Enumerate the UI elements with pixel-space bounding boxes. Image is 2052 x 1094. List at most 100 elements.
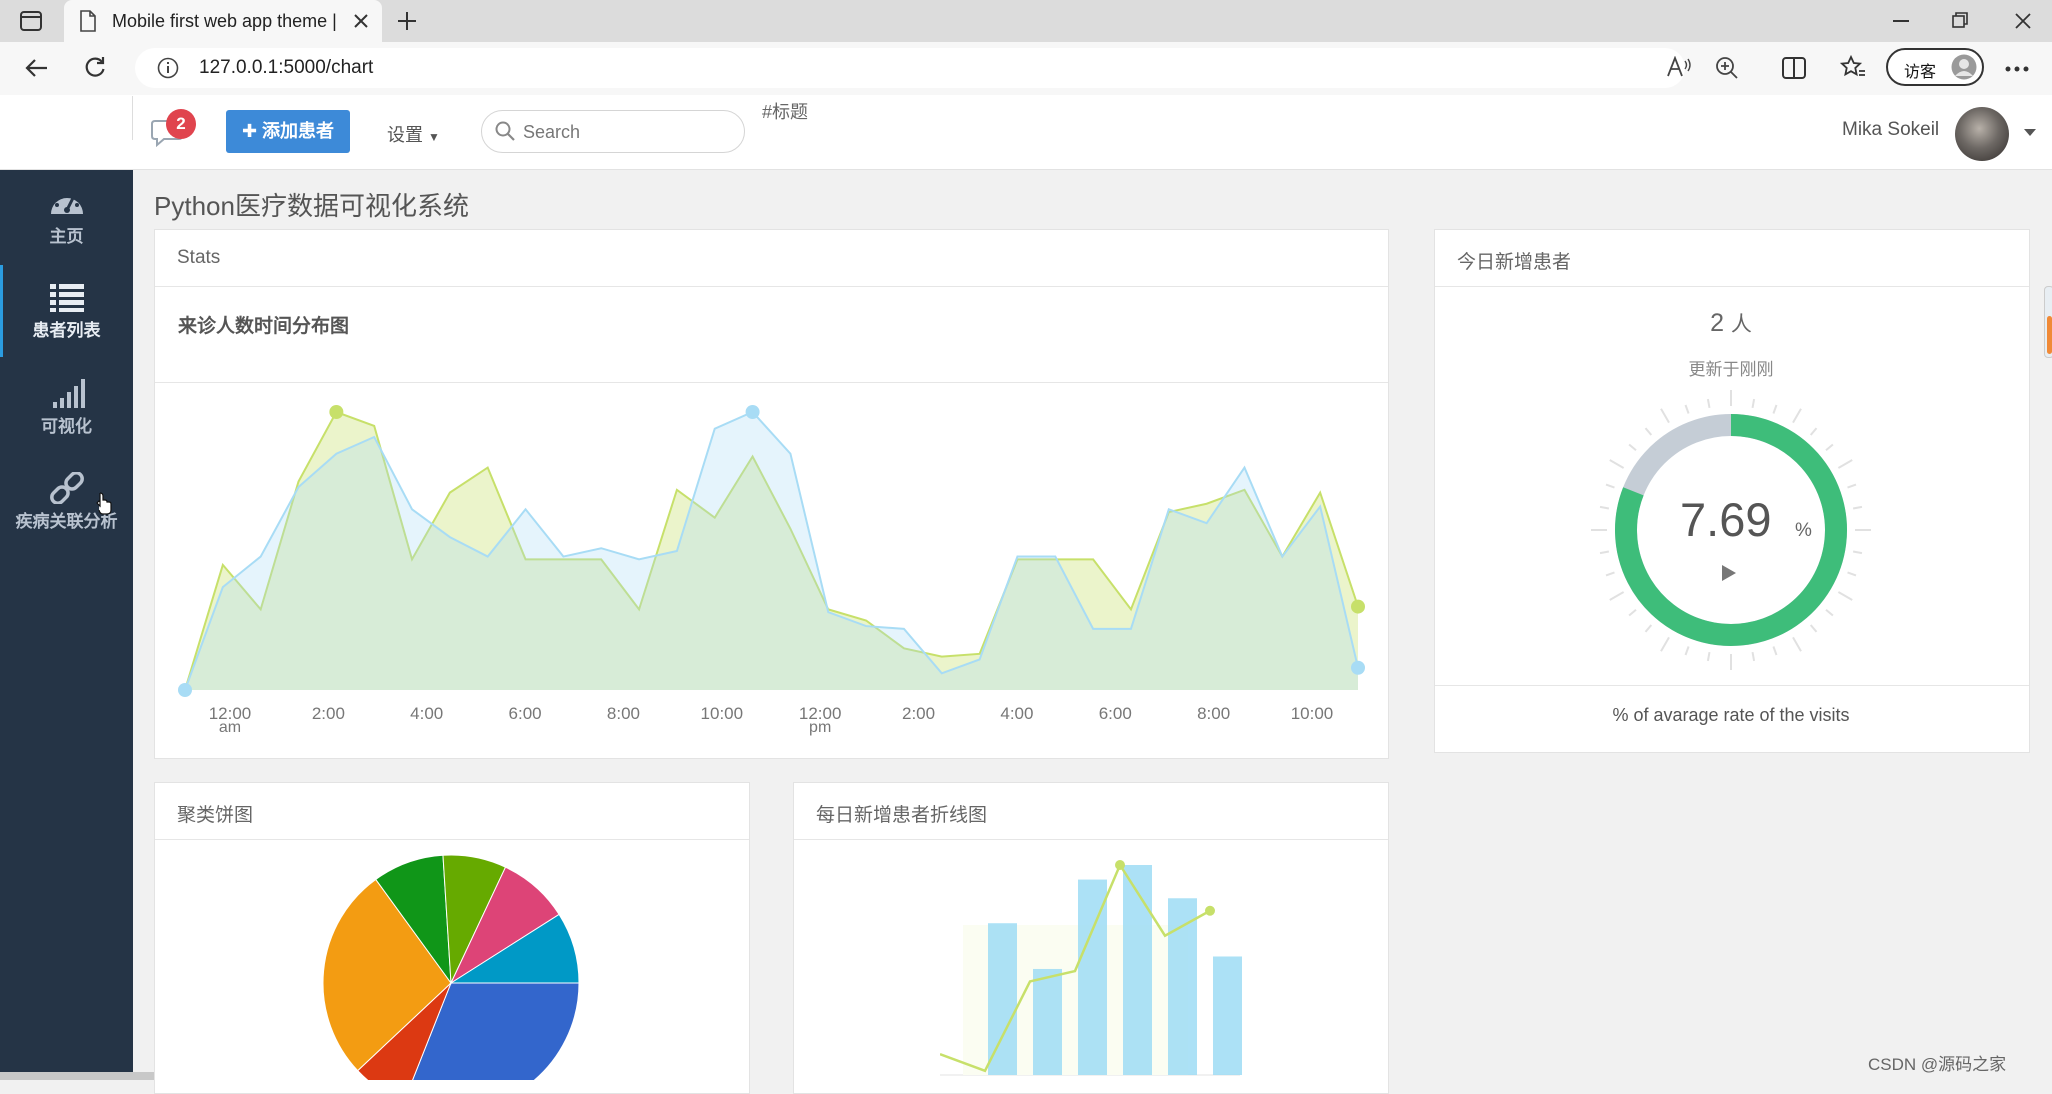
x-tick-label: 2:00: [311, 704, 345, 723]
mouse-cursor-icon: [96, 492, 112, 515]
gauge-tick: [1628, 608, 1637, 617]
series-point: [745, 405, 760, 419]
tab-title: Mobile first web app theme | first: [112, 11, 342, 31]
gauge-tick: [1660, 408, 1670, 424]
page-title: Python医疗数据可视化系统: [154, 191, 469, 221]
gauge-unit: %: [1795, 520, 1812, 541]
more-options-icon[interactable]: [2005, 66, 2029, 72]
gauge-tick: [1599, 550, 1610, 555]
site-info-icon[interactable]: [157, 57, 179, 79]
close-window-icon[interactable]: [2015, 13, 2031, 29]
sidebar-item-home[interactable]: 主页: [0, 188, 133, 247]
link-icon: [49, 472, 84, 504]
panel-header: Stats: [155, 230, 1388, 287]
bar: [988, 923, 1017, 1075]
x-tick-label: 4:00: [410, 704, 444, 723]
gauge-tick: [1772, 404, 1778, 414]
new-tab-icon[interactable]: [397, 11, 417, 31]
updated-text: 更新于刚刚: [1688, 360, 1774, 379]
count-value: 2: [1710, 309, 1724, 337]
user-name[interactable]: Mika Sokeil: [1842, 119, 1939, 141]
area-series-fill: [185, 412, 1358, 690]
sidebar-item-patient-list[interactable]: 患者列表: [0, 282, 133, 341]
gauge-tick: [1706, 651, 1711, 662]
chart-title: 来诊人数时间分布图: [178, 316, 350, 337]
cluster-pie-chart: [322, 854, 580, 1080]
page-hashtag: #标题: [762, 102, 809, 122]
gauge-tick: [1852, 550, 1863, 555]
x-tick-label: 8:00: [606, 704, 640, 723]
x-tick-label: 10:00: [700, 704, 744, 723]
gauge-tick: [1825, 443, 1834, 452]
x-tick-label: 6:00: [508, 704, 542, 723]
search-input[interactable]: [481, 110, 745, 153]
gauge-tick: [1809, 624, 1818, 633]
gauge-tick: [1852, 505, 1863, 510]
dashboard-icon: [50, 195, 83, 214]
gauge-tick: [1706, 398, 1711, 409]
watermark: CSDN @源码之家: [1868, 1055, 2007, 1074]
gauge-tick: [1644, 624, 1653, 633]
series-point: [329, 405, 344, 419]
gauge-tick: [1599, 505, 1610, 510]
x-tick-label: 6:00: [1098, 704, 1132, 723]
close-tab-icon[interactable]: [354, 14, 368, 28]
x-tick-label: 2:00: [901, 704, 936, 723]
sidebar-item-label: 可视化: [41, 417, 92, 436]
x-tick-label: 8:00: [1197, 704, 1231, 723]
gauge-tick: [1605, 571, 1615, 577]
gauge-tick: [1772, 646, 1778, 656]
bar: [1123, 865, 1152, 1075]
back-icon[interactable]: [24, 58, 48, 78]
x-tick-label: 12:00 am: [208, 704, 252, 736]
sidebar-item-label: 主页: [49, 227, 84, 246]
reload-icon[interactable]: [84, 56, 106, 78]
panel-title: Stats: [177, 247, 221, 268]
scrollbar-thumb[interactable]: [2047, 316, 2052, 354]
line-point: [1115, 860, 1125, 870]
gauge-tick: [1825, 608, 1834, 617]
gauge-tick: [1644, 427, 1653, 436]
daily-new-patients-chart: [940, 860, 1242, 1076]
sidebar-toggle-icon[interactable]: [20, 11, 42, 31]
add-patient-button[interactable]: ✚ 添加患者: [226, 110, 350, 153]
gauge-tick: [1847, 571, 1857, 577]
gauge-tick: [1837, 459, 1853, 469]
gauge-value: 7.69: [1680, 493, 1772, 546]
navbar-divider: [132, 96, 133, 140]
gauge-tick: [1847, 483, 1857, 489]
gauge-tick: [1751, 398, 1756, 409]
gauge-tick: [1792, 636, 1802, 652]
search-icon: [495, 121, 515, 141]
gauge-tick: [1660, 636, 1670, 652]
gauge-tick: [1751, 651, 1756, 662]
user-menu-caret-icon[interactable]: [2024, 129, 2036, 137]
gauge-caption: % of avarage rate of the visits: [1612, 705, 1850, 725]
read-aloud-icon[interactable]: [1666, 56, 1692, 78]
split-screen-icon[interactable]: [1782, 57, 1806, 79]
restore-icon[interactable]: [1952, 12, 1968, 28]
panel-divider: [155, 382, 1388, 383]
gauge-tick: [1684, 646, 1690, 656]
url-text[interactable]: 127.0.0.1:5000/chart: [199, 57, 373, 79]
x-tick-label: 12:00 pm: [798, 704, 842, 736]
sidebar-item-label: 患者列表: [32, 321, 101, 340]
minimize-icon[interactable]: [1893, 20, 1909, 22]
gauge-tick: [1684, 404, 1690, 414]
add-patient-label: 添加患者: [262, 121, 335, 141]
zoom-icon[interactable]: [1715, 56, 1739, 80]
search-placeholder: Search: [523, 122, 581, 142]
gauge-tick: [1809, 427, 1818, 436]
line-point: [1205, 905, 1215, 916]
settings-dropdown[interactable]: 设置 ▼: [387, 121, 440, 147]
x-tick-label: 10:00: [1290, 704, 1334, 723]
sidebar-item-visualization[interactable]: 可视化: [0, 378, 133, 437]
panel-header: 今日新增患者: [1435, 230, 2029, 287]
visits-area-chart: [178, 405, 1365, 697]
gauge-tick: [1609, 459, 1625, 469]
series-point: [178, 683, 192, 697]
avatar[interactable]: [1955, 107, 2009, 161]
play-icon[interactable]: [1721, 564, 1737, 582]
gauge-tick: [1609, 591, 1625, 601]
favorites-icon[interactable]: [1840, 55, 1866, 79]
